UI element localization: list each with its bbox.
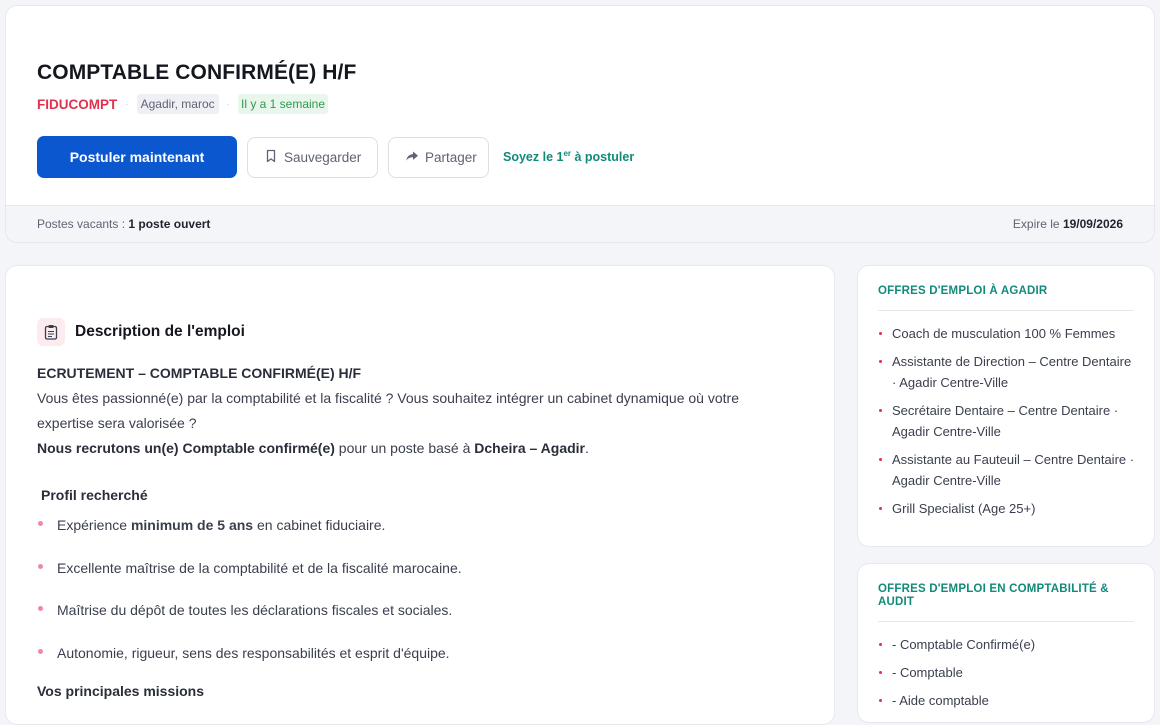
company-name[interactable]: FIDUCOMPT xyxy=(37,97,117,112)
profile-list: Expérience minimum de 5 ans en cabinet f… xyxy=(37,515,462,685)
description-heading: ECRUTEMENT – COMPTABLE CONFIRMÉ(E) H/F xyxy=(37,365,362,381)
job-title: COMPTABLE CONFIRMÉ(E) H/F xyxy=(37,61,357,84)
missions-title: Vos principales missions xyxy=(37,683,205,699)
accounting-jobs-title: OFFRES D'EMPLOI EN COMPTABILITÉ & AUDIT xyxy=(878,583,1134,622)
description-intro: Vous êtes passionné(e) par la comptabili… xyxy=(37,390,739,431)
posted-time-tag: Il y a 1 semaine xyxy=(237,94,329,114)
vacancies-count: 1 poste ouvert xyxy=(128,217,211,231)
job-description-card: Description de l'emploi ECRUTEMENT – COM… xyxy=(5,265,835,725)
list-item: Autonomie, rigueur, sens des responsabil… xyxy=(37,643,462,686)
agadir-jobs-list: Coach de musculation 100 % Femmes Assist… xyxy=(878,323,1138,519)
job-footer-strip: Postes vacants : 1 poste ouvert Expire l… xyxy=(6,205,1154,242)
bookmark-icon xyxy=(264,149,278,166)
save-label: Sauvegarder xyxy=(284,149,362,165)
agadir-jobs-card: OFFRES D'EMPLOI À AGADIR Coach de muscul… xyxy=(857,265,1155,547)
vacancies-info: Postes vacants : 1 poste ouvert xyxy=(37,217,211,231)
share-button[interactable]: Partager xyxy=(388,136,489,178)
apply-button[interactable]: Postuler maintenant xyxy=(37,136,237,178)
description-recruit: Nous recrutons un(e) Comptable confirmé(… xyxy=(37,440,589,456)
save-button[interactable]: Sauvegarder xyxy=(247,136,378,178)
clipboard-icon xyxy=(37,318,65,346)
job-link[interactable]: Grill Specialist (Age 25+) xyxy=(878,498,1138,519)
accounting-jobs-card: OFFRES D'EMPLOI EN COMPTABILITÉ & AUDIT … xyxy=(857,563,1155,723)
job-header-card: COMPTABLE CONFIRMÉ(E) H/F FIDUCOMPT · Ag… xyxy=(5,5,1155,243)
job-actions: Postuler maintenant Sauvegarder Partager… xyxy=(37,136,634,178)
list-item: Excellente maîtrise de la comptabilité e… xyxy=(37,558,462,601)
share-icon xyxy=(405,149,419,166)
job-link[interactable]: Secrétaire Dentaire – Centre Dentaire · … xyxy=(878,400,1138,442)
job-meta: FIDUCOMPT · Agadir, maroc · Il y a 1 sem… xyxy=(37,94,329,114)
location-tag: Agadir, maroc xyxy=(136,94,219,114)
list-item: Expérience minimum de 5 ans en cabinet f… xyxy=(37,515,462,558)
job-link[interactable]: Coach de musculation 100 % Femmes xyxy=(878,323,1138,344)
expiry-date: 19/09/2026 xyxy=(1062,217,1123,231)
job-link[interactable]: - Comptable Confirmé(e) xyxy=(878,634,1138,655)
share-label: Partager xyxy=(425,149,477,165)
job-link[interactable]: Assistante au Fauteuil – Centre Dentaire… xyxy=(878,449,1138,491)
expiry-info: Expire le 19/09/2026 xyxy=(1012,217,1123,231)
description-title: Description de l'emploi xyxy=(75,323,245,340)
description-body: ECRUTEMENT – COMPTABLE CONFIRMÉ(E) H/F V… xyxy=(37,361,797,461)
separator-dot: · xyxy=(226,98,230,110)
first-applicant-text: Soyez le 1er à postuler xyxy=(503,149,635,165)
list-item: Maîtrise du dépôt de toutes les déclarat… xyxy=(37,600,462,643)
description-header: Description de l'emploi xyxy=(37,318,245,346)
accounting-jobs-list: - Comptable Confirmé(e) - Comptable - Ai… xyxy=(878,634,1138,711)
agadir-jobs-title: OFFRES D'EMPLOI À AGADIR xyxy=(878,285,1134,311)
job-link[interactable]: Assistante de Direction – Centre Dentair… xyxy=(878,351,1138,393)
separator-dot: · xyxy=(125,98,129,110)
job-link[interactable]: - Comptable xyxy=(878,662,1138,683)
profile-title: Profil recherché xyxy=(41,487,148,503)
